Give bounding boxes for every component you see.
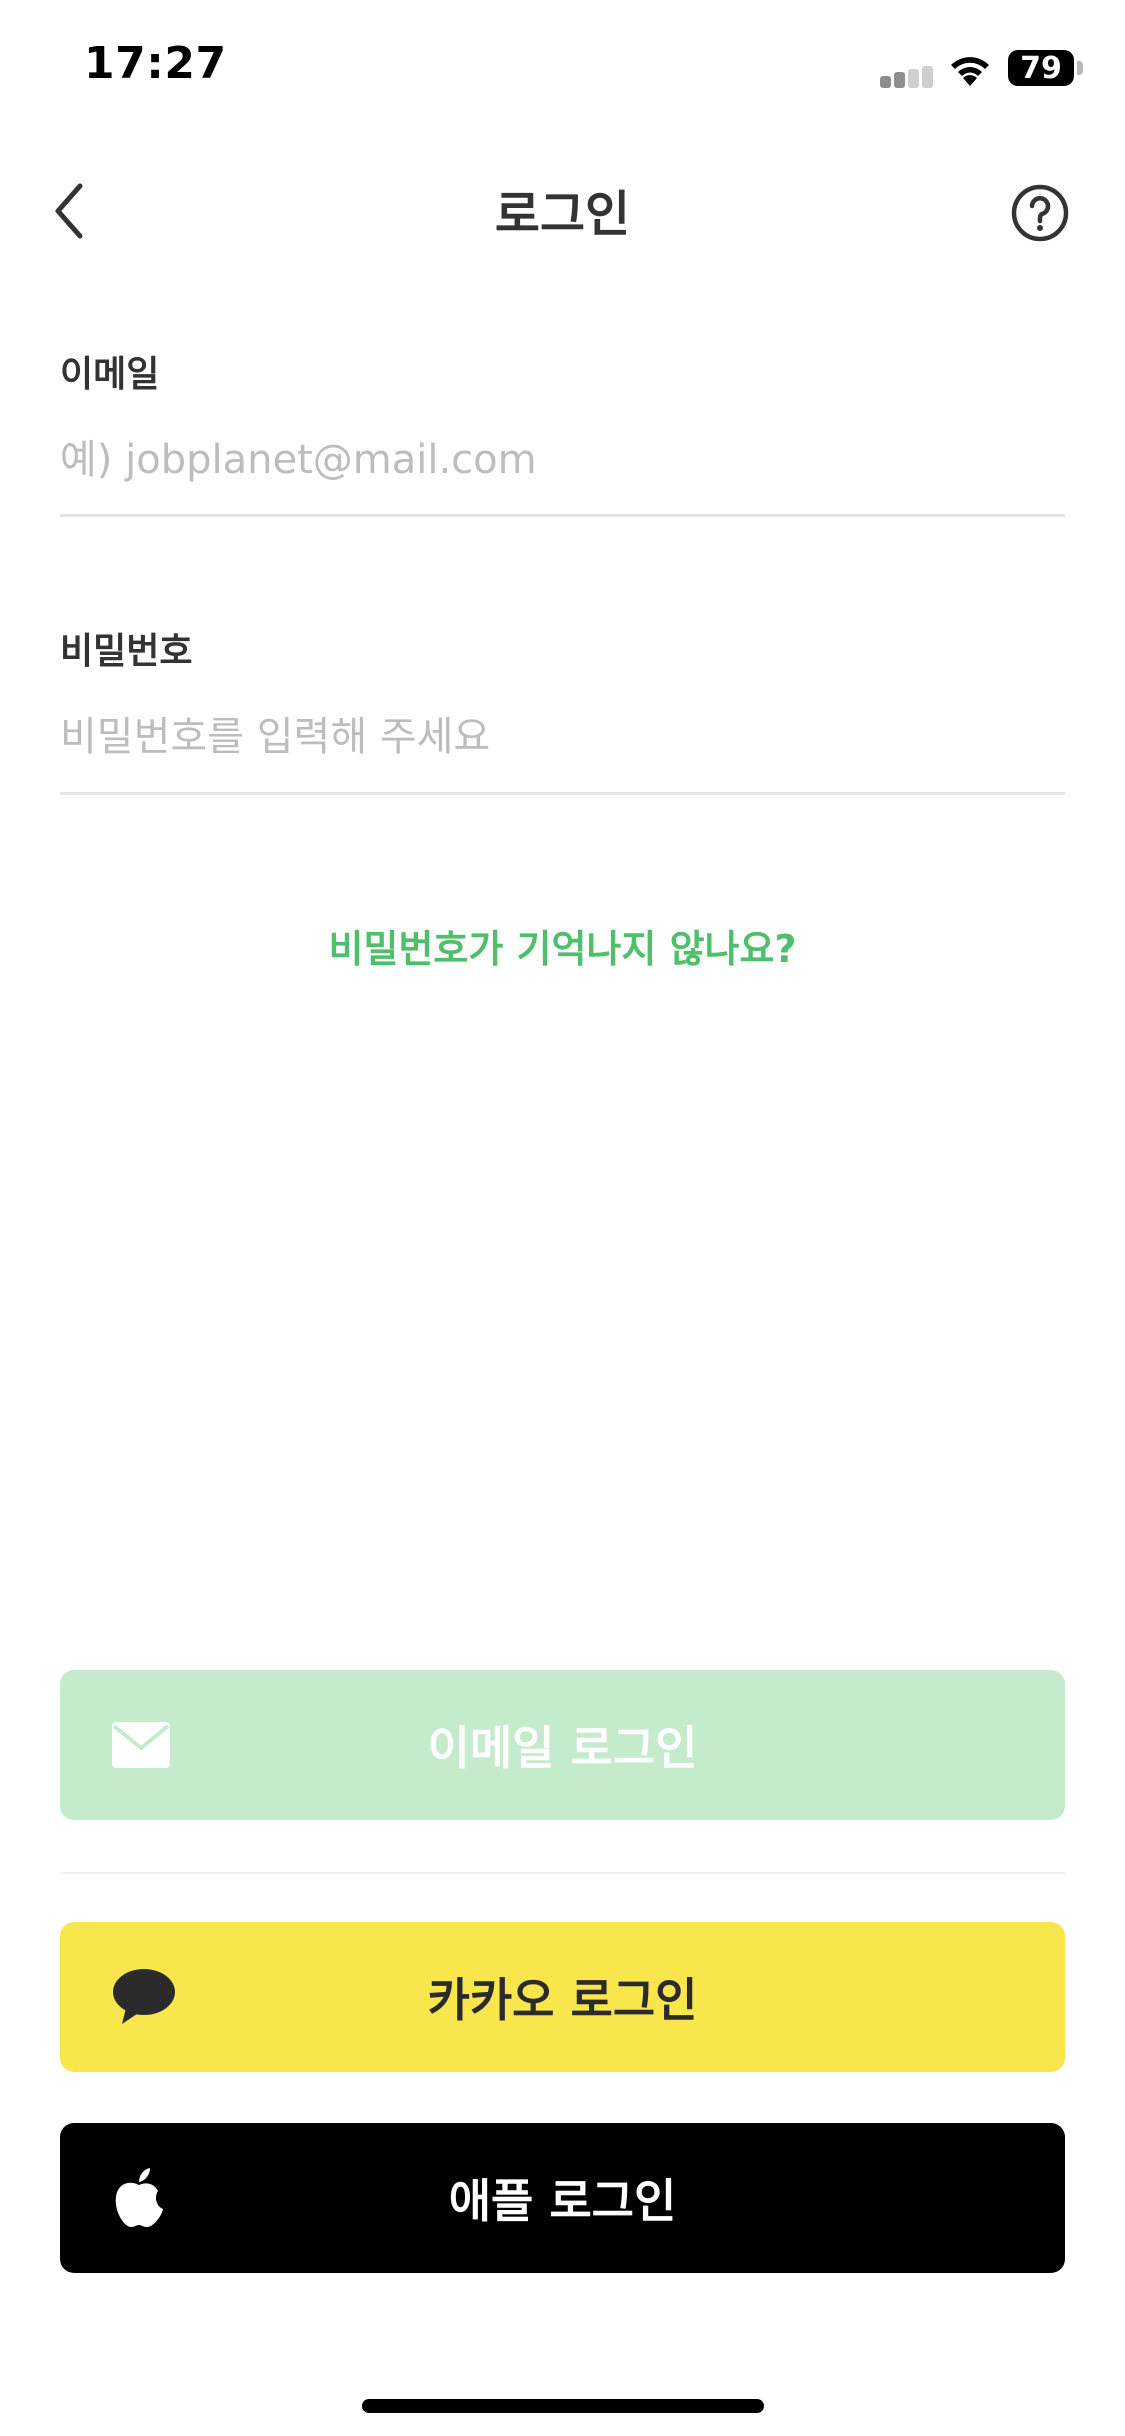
kakao-login-label: 카카오 로그인: [427, 1973, 698, 2027]
password-underline: [60, 792, 1065, 795]
email-input[interactable]: [60, 425, 1065, 495]
password-label: 비밀번호: [60, 631, 193, 672]
email-label: 이메일: [60, 354, 160, 395]
page-title: 로그인: [494, 186, 631, 243]
mail-icon: [112, 1722, 170, 1768]
email-login-label: 이메일 로그인: [427, 1721, 698, 1775]
password-input[interactable]: [60, 702, 1065, 772]
kakao-login-button[interactable]: 카카오 로그인: [60, 1922, 1065, 2072]
apple-login-label: 애플 로그인: [448, 2174, 677, 2228]
wifi-icon: [951, 57, 989, 86]
apple-login-button[interactable]: 애플 로그인: [60, 2123, 1065, 2273]
forgot-password-link[interactable]: 비밀번호가 기억나지 않나요?: [0, 918, 1125, 973]
home-indicator: [362, 2399, 764, 2413]
cellular-signal-icon: [880, 66, 936, 88]
status-bar: 17:27 79: [0, 0, 1125, 135]
battery-icon: 79: [1008, 50, 1074, 86]
email-underline: [60, 514, 1065, 517]
apple-icon: [115, 2168, 163, 2227]
question-circle-icon[interactable]: [1010, 183, 1070, 243]
divider: [60, 1872, 1065, 1874]
speech-bubble-icon: [113, 1969, 175, 2024]
status-time: 17:27: [84, 38, 227, 89]
battery-level: 79: [1020, 50, 1062, 86]
battery-cap: [1077, 61, 1083, 75]
email-login-button[interactable]: 이메일 로그인: [60, 1670, 1065, 1820]
